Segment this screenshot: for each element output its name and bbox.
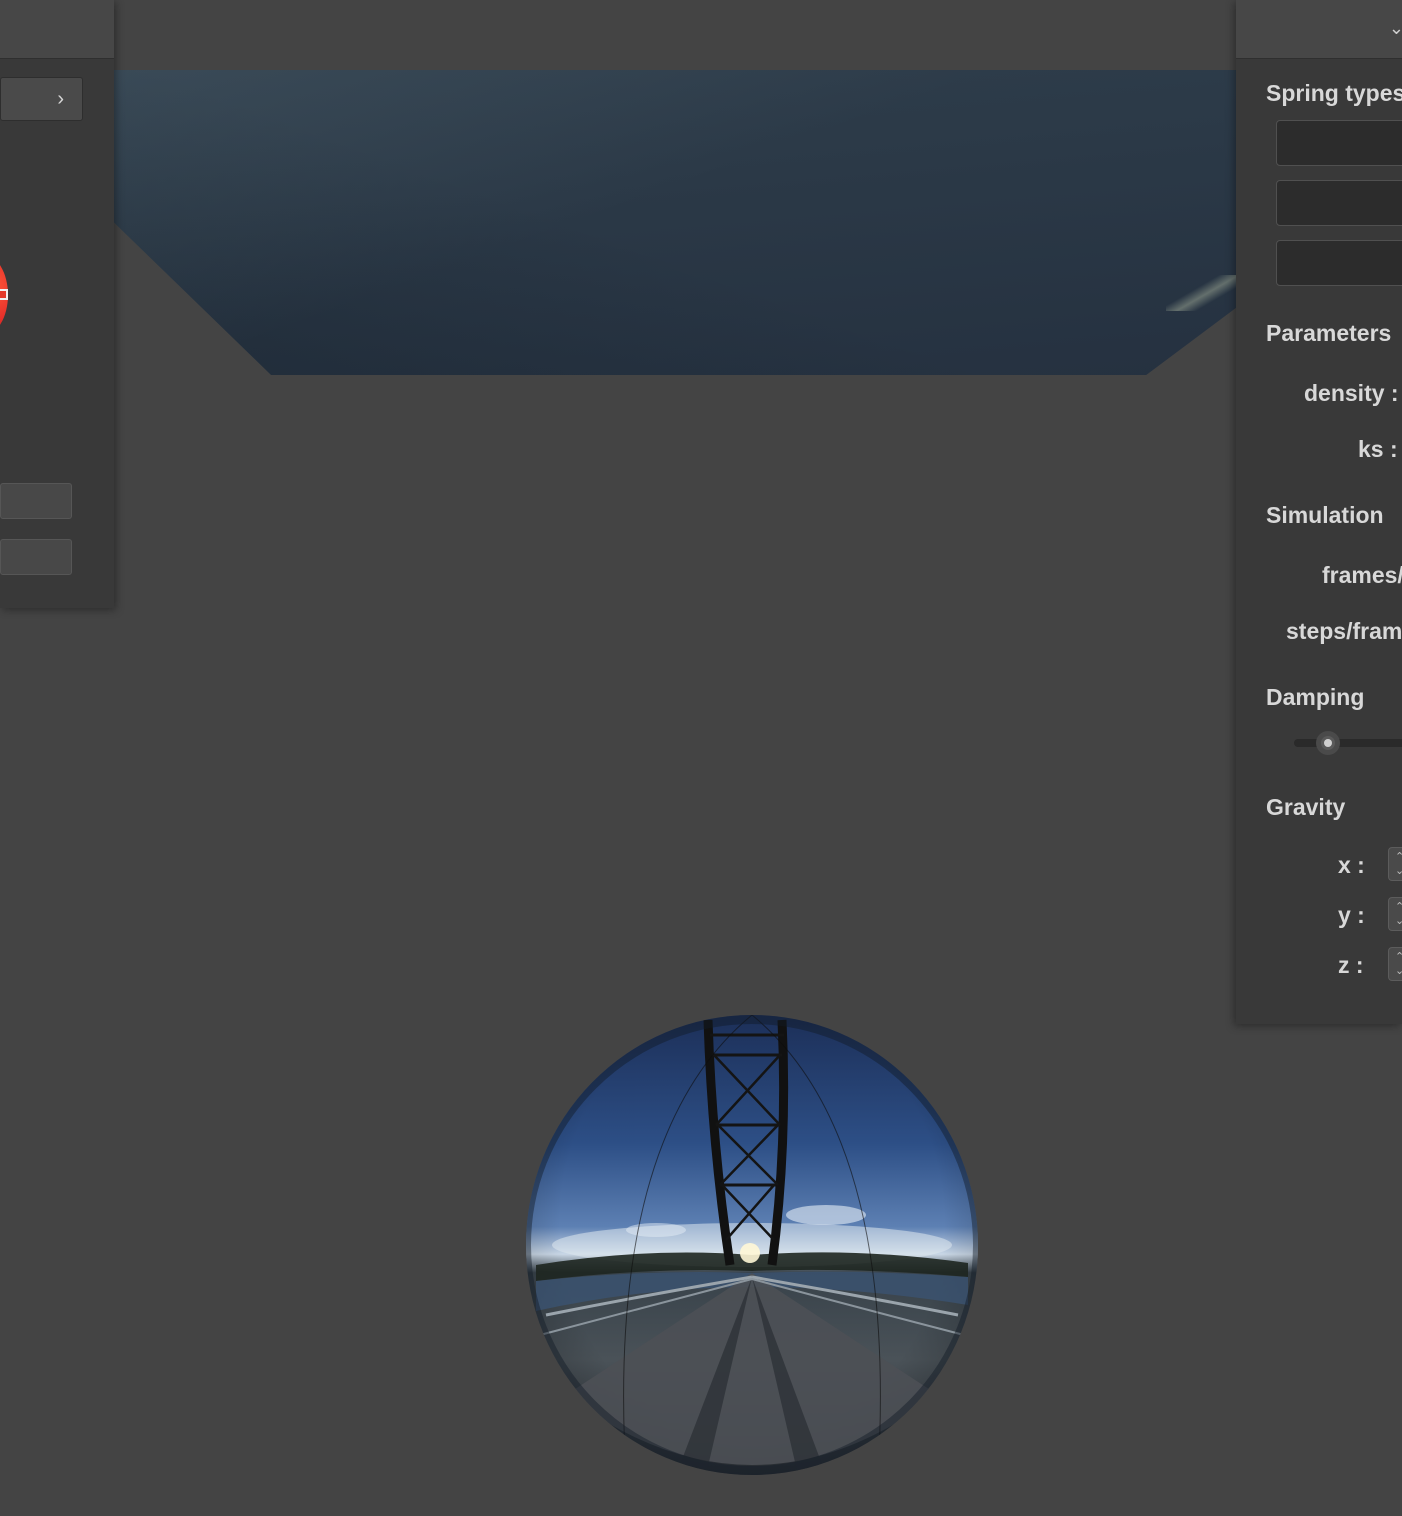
gravity-y-spinbox[interactable]: ⌃ ⌄ [1388, 897, 1402, 931]
reflective-sphere [526, 1015, 978, 1475]
spin-up-icon[interactable]: ⌃ [1395, 852, 1402, 863]
damping-slider-handle[interactable] [1316, 731, 1340, 755]
damping-heading: Damping [1266, 684, 1365, 710]
spring-type-structural-button[interactable] [1276, 120, 1402, 166]
spring-types-heading: Spring types [1266, 80, 1402, 106]
right-control-panel: ⌄ Spring types Parameters density : ks :… [1236, 0, 1402, 1024]
skybox-light-streak [1166, 275, 1236, 311]
spring-type-bend-button[interactable] [1276, 240, 1402, 286]
gravity-z-spinbox[interactable]: ⌃ ⌄ [1388, 947, 1402, 981]
right-panel-header: ⌄ [1236, 0, 1402, 59]
gravity-x-spinbox[interactable]: ⌃ ⌄ [1388, 847, 1402, 881]
spring-type-shear-button[interactable] [1276, 180, 1402, 226]
chevron-right-icon: › [57, 88, 64, 110]
damping-slider-track[interactable] [1294, 739, 1402, 747]
simulation-heading: Simulation [1266, 502, 1384, 528]
left-panel-field-2[interactable] [0, 539, 72, 575]
gravity-y-label: y : [1338, 902, 1365, 928]
skybox-panorama [114, 70, 1236, 375]
spin-down-icon[interactable]: ⌄ [1395, 966, 1402, 977]
gravity-z-label: z : [1338, 952, 1364, 978]
spin-down-icon[interactable]: ⌄ [1395, 916, 1402, 927]
viewport-top-strip [114, 0, 1236, 70]
density-label: density : [1304, 380, 1399, 406]
spin-up-icon[interactable]: ⌃ [1395, 952, 1402, 963]
sphere-reflection-drawing [526, 1015, 978, 1475]
left-panel-header [0, 0, 114, 59]
frames-label: frames/ [1322, 562, 1402, 588]
parameters-heading: Parameters [1266, 320, 1392, 346]
panel-menu-icon[interactable]: ⌄ [1389, 18, 1402, 39]
skybox-haze [114, 70, 1236, 375]
gravity-x-label: x : [1338, 852, 1365, 878]
spin-down-icon[interactable]: ⌄ [1395, 866, 1402, 877]
left-control-panel: › [0, 0, 114, 608]
ks-label: ks : [1358, 436, 1398, 462]
spin-up-icon[interactable]: ⌃ [1395, 902, 1402, 913]
steps-per-frame-label: steps/fram [1286, 618, 1402, 644]
gravity-heading: Gravity [1266, 794, 1346, 820]
left-panel-field-1[interactable] [0, 483, 72, 519]
expand-button[interactable]: › [0, 77, 83, 121]
color-picker-marker[interactable] [0, 289, 8, 300]
simulation-viewport[interactable]: › ⌄ Spring types Parameters density : ks… [0, 0, 1402, 1516]
